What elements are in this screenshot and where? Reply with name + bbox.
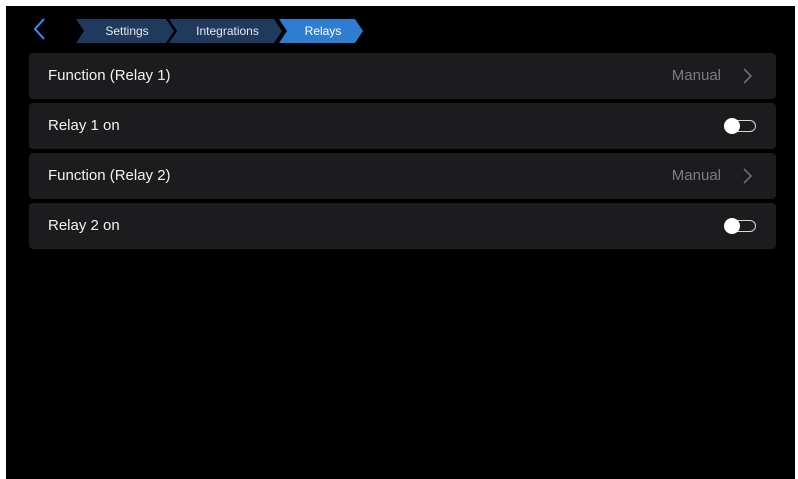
chevron-right-icon — [743, 168, 752, 184]
breadcrumb-settings[interactable]: Settings — [76, 19, 174, 43]
relay-1-on-row: Relay 1 on — [29, 103, 776, 149]
row-label: Relay 1 on — [48, 117, 120, 134]
row-label: Function (Relay 2) — [48, 167, 171, 184]
settings-list: Function (Relay 1) Manual Relay 1 on Fun… — [29, 53, 776, 253]
relay-2-on-row: Relay 2 on — [29, 203, 776, 249]
breadcrumb-label: Integrations — [196, 24, 259, 38]
row-value: Manual — [671, 67, 721, 84]
row-value: Manual — [671, 167, 721, 184]
breadcrumb-integrations[interactable]: Integrations — [169, 19, 282, 43]
function-relay-1-row[interactable]: Function (Relay 1) Manual — [29, 53, 776, 99]
relay-2-toggle[interactable] — [724, 218, 758, 234]
back-button[interactable] — [28, 16, 54, 42]
row-label: Function (Relay 1) — [48, 67, 171, 84]
relays-screen: Settings Integrations Relays Function (R… — [6, 6, 795, 479]
toggle-knob — [724, 218, 740, 234]
breadcrumb-relays[interactable]: Relays — [279, 19, 363, 43]
function-relay-2-row[interactable]: Function (Relay 2) Manual — [29, 153, 776, 199]
top-bar: Settings Integrations Relays — [6, 6, 795, 50]
relay-1-toggle[interactable] — [724, 118, 758, 134]
toggle-knob — [724, 118, 740, 134]
breadcrumb-label: Relays — [304, 24, 342, 38]
chevron-left-icon — [33, 18, 45, 40]
row-label: Relay 2 on — [48, 217, 120, 234]
chevron-right-icon — [743, 68, 752, 84]
breadcrumb-label: Settings — [105, 24, 149, 38]
